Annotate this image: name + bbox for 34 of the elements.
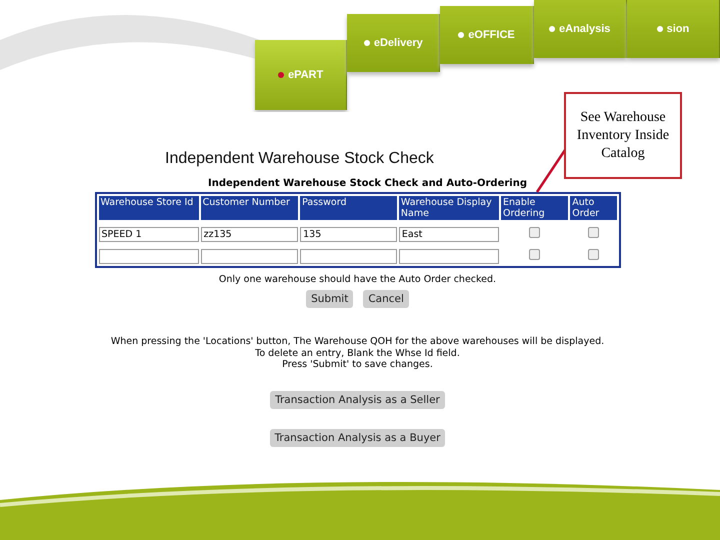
checkbox[interactable] (529, 226, 540, 238)
input-field[interactable]: SPEED 1 (98, 227, 199, 242)
input-field[interactable]: 135 (300, 227, 397, 242)
report-button[interactable]: Transaction Analysis as a Seller (270, 390, 445, 408)
bullet-icon (656, 26, 663, 32)
column-header: Password (300, 196, 397, 220)
input-field[interactable] (300, 249, 397, 264)
column-header: Warehouse Store Id (98, 196, 199, 220)
input-field[interactable]: East (398, 227, 500, 242)
input-field[interactable] (98, 249, 199, 264)
help-text: To delete an entry, Blank the Whse Id field. (254, 348, 461, 359)
help-text: Press 'Submit' to save changes. (281, 359, 434, 370)
input-field[interactable] (200, 249, 298, 264)
bullet-icon (278, 72, 284, 78)
checkbox[interactable] (529, 248, 540, 260)
checkbox[interactable] (588, 248, 599, 260)
form-title: Independent Warehouse Stock Check and Auto-Ordering (208, 178, 527, 189)
help-text: When pressing the 'Locations' button, The Warehouse QOH for the above warehouses will be displayed. (110, 336, 604, 348)
bullet-icon (458, 32, 464, 38)
column-header: Auto Order (570, 196, 616, 220)
bullet-icon (364, 40, 370, 46)
note-text: Only one warehouse should have the Auto Order checked. (218, 274, 496, 285)
report-button[interactable]: Transaction Analysis as a Buyer (270, 428, 446, 446)
input-field[interactable]: zz135 (200, 227, 298, 242)
checkbox[interactable] (588, 226, 599, 238)
column-header: Warehouse Display Name (398, 196, 500, 220)
bullet-icon (549, 26, 556, 32)
form-button[interactable]: Submit (306, 290, 354, 308)
input-field[interactable] (398, 249, 500, 264)
column-header: Customer Number (200, 196, 298, 220)
callout-box: See Warehouse Inventory Inside Catalog (564, 92, 682, 179)
page-title: Independent Warehouse Stock Check (165, 150, 434, 168)
form-button[interactable]: Cancel (363, 290, 409, 308)
column-header: Enable Ordering (501, 196, 568, 220)
